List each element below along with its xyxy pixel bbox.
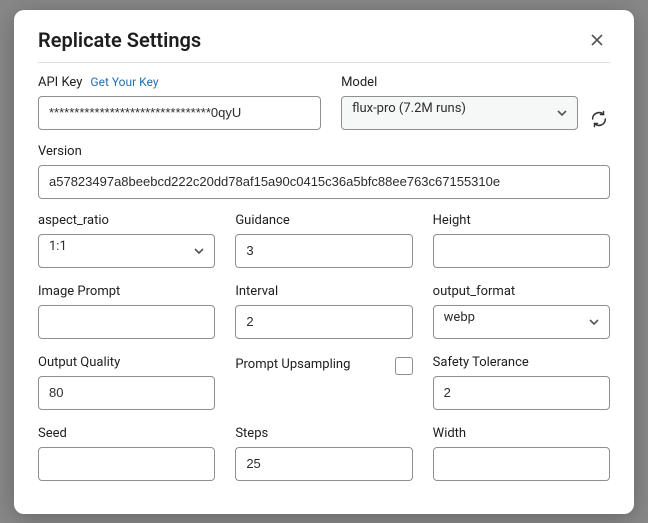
- params-grid: aspect_ratio 1:1 Guidance Height Image P…: [38, 213, 610, 481]
- height-label: Height: [433, 213, 610, 228]
- guidance-field-group: Guidance: [235, 213, 412, 268]
- prompt-upsampling-label: Prompt Upsampling: [235, 357, 350, 372]
- output-quality-field-group: Output Quality: [38, 355, 215, 410]
- steps-field-group: Steps: [235, 426, 412, 481]
- output-quality-label: Output Quality: [38, 355, 215, 370]
- api-key-field-group: API Key Get Your Key: [38, 75, 321, 130]
- model-select[interactable]: flux-pro (7.2M runs): [341, 96, 578, 130]
- refresh-models-button[interactable]: [588, 104, 610, 130]
- steps-input[interactable]: [235, 447, 412, 481]
- output-format-label: output_format: [433, 284, 610, 299]
- model-field-group: Model flux-pro (7.2M runs): [341, 75, 578, 130]
- image-prompt-label: Image Prompt: [38, 284, 215, 299]
- settings-modal: Replicate Settings API Key Get Your Key …: [14, 10, 634, 514]
- safety-tolerance-field-group: Safety Tolerance: [433, 355, 610, 410]
- version-label: Version: [38, 144, 610, 159]
- get-key-link[interactable]: Get Your Key: [90, 75, 158, 89]
- height-field-group: Height: [433, 213, 610, 268]
- width-label: Width: [433, 426, 610, 441]
- model-label: Model: [341, 75, 377, 90]
- width-input[interactable]: [433, 447, 610, 481]
- output-quality-input[interactable]: [38, 376, 215, 410]
- modal-header: Replicate Settings: [38, 28, 610, 63]
- modal-title: Replicate Settings: [38, 28, 201, 52]
- interval-label: Interval: [235, 284, 412, 299]
- version-input[interactable]: [38, 165, 610, 199]
- aspect-ratio-field-group: aspect_ratio 1:1: [38, 213, 215, 268]
- image-prompt-input[interactable]: [38, 305, 215, 339]
- guidance-label: Guidance: [235, 213, 412, 228]
- output-format-field-group: output_format webp: [433, 284, 610, 339]
- api-key-label: API Key: [38, 75, 82, 90]
- height-input[interactable]: [433, 234, 610, 268]
- prompt-upsampling-field-group: Prompt Upsampling: [235, 355, 412, 410]
- close-button[interactable]: [584, 31, 610, 49]
- safety-tolerance-input[interactable]: [433, 376, 610, 410]
- guidance-input[interactable]: [235, 234, 412, 268]
- interval-input[interactable]: [235, 305, 412, 339]
- version-field-group: Version: [38, 144, 610, 199]
- api-key-input[interactable]: [38, 96, 321, 130]
- seed-input[interactable]: [38, 447, 215, 481]
- aspect-ratio-label: aspect_ratio: [38, 213, 215, 228]
- seed-field-group: Seed: [38, 426, 215, 481]
- output-format-select[interactable]: webp: [433, 305, 610, 339]
- steps-label: Steps: [235, 426, 412, 441]
- image-prompt-field-group: Image Prompt: [38, 284, 215, 339]
- refresh-icon: [590, 110, 608, 128]
- interval-field-group: Interval: [235, 284, 412, 339]
- width-field-group: Width: [433, 426, 610, 481]
- aspect-ratio-select[interactable]: 1:1: [38, 234, 215, 268]
- safety-tolerance-label: Safety Tolerance: [433, 355, 610, 370]
- seed-label: Seed: [38, 426, 215, 441]
- close-icon: [590, 33, 604, 47]
- prompt-upsampling-checkbox[interactable]: [395, 357, 413, 375]
